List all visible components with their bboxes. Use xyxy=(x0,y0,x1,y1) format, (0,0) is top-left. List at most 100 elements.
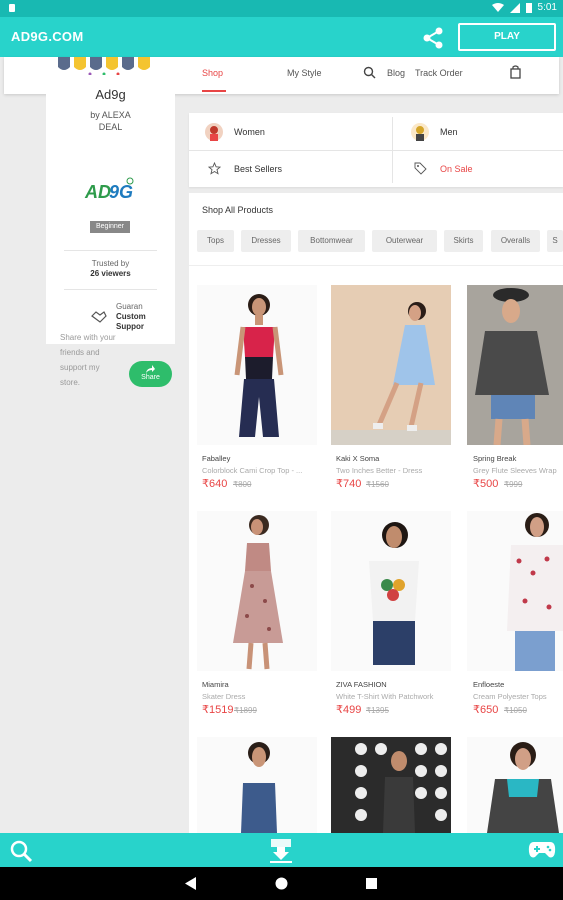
product-price: ₹500 xyxy=(473,478,499,490)
store-name: Ad9g xyxy=(95,87,126,102)
nav-blog[interactable]: Blog xyxy=(387,68,405,78)
back-icon[interactable] xyxy=(185,877,197,890)
notification-icon xyxy=(8,3,16,16)
share-text-line1: Share with your xyxy=(60,333,116,342)
filter-chip[interactable]: Bottomwear xyxy=(298,230,365,252)
product-image xyxy=(331,511,451,671)
product-name: Grey Flute Sleeves Wrap xyxy=(473,466,557,475)
nav-active-underline xyxy=(202,90,226,92)
product-image xyxy=(467,285,563,445)
store-profile-card: Ad9g by ALEXA DEAL AD 9G Beginner Truste… xyxy=(46,57,175,344)
product-brand: Faballey xyxy=(202,454,231,463)
store-owner-line2: DEAL xyxy=(98,122,123,132)
trusted-count: 26 viewers xyxy=(90,269,131,278)
product-name: Two Inches Better - Dress xyxy=(336,466,423,475)
trusted-label: Trusted by xyxy=(91,259,130,268)
system-nav-bar xyxy=(0,867,563,900)
share-text-line4: store. xyxy=(60,378,81,387)
filter-chip[interactable]: Dresses xyxy=(241,230,291,252)
handshake-icon xyxy=(91,311,107,323)
recents-icon[interactable] xyxy=(366,878,377,889)
gamepad-icon[interactable] xyxy=(528,840,556,860)
trusted-info: Trusted by 26 viewers xyxy=(46,259,175,279)
category-women-label: Women xyxy=(234,127,265,137)
filter-chip[interactable]: Tops xyxy=(197,230,234,252)
shop-all-heading: Shop All Products xyxy=(202,205,274,215)
svg-text:AD: AD xyxy=(84,182,111,202)
signal-icon xyxy=(509,2,520,13)
guarantee-line1: Guaran xyxy=(116,302,143,311)
product-mrp: ₹1899 xyxy=(234,706,257,715)
nav-my-style[interactable]: My Style xyxy=(287,68,322,78)
store-owner-line1: by ALEXA xyxy=(90,110,131,120)
home-icon[interactable] xyxy=(275,877,288,890)
share-text: Share with your friends and support my s… xyxy=(60,330,130,390)
product-name: White T-Shirt With Patchwork xyxy=(336,692,434,701)
play-button[interactable]: PLAY xyxy=(458,23,556,51)
product-brand: Enfloeste xyxy=(473,680,505,689)
product-mrp: ₹1560 xyxy=(366,480,389,489)
app-bar: AD9G.COM PLAY xyxy=(0,17,563,57)
star-icon xyxy=(208,162,221,175)
bunting-decoration xyxy=(58,57,150,75)
product-price: ₹640 xyxy=(202,478,228,490)
search-icon[interactable] xyxy=(9,839,33,863)
product-name: Skater Dress xyxy=(202,692,246,701)
share-text-line3: support my xyxy=(60,363,100,372)
search-icon[interactable] xyxy=(363,66,376,79)
bottom-bar xyxy=(0,833,563,867)
divider xyxy=(189,150,563,151)
product-price: ₹650 xyxy=(473,704,499,716)
product-price: ₹1519 xyxy=(202,704,234,716)
status-time: 5:01 xyxy=(537,2,557,13)
product-image xyxy=(331,285,451,445)
product-mrp: ₹999 xyxy=(504,480,523,489)
filter-chip[interactable]: Skirts xyxy=(444,230,483,252)
download-icon[interactable] xyxy=(267,837,295,864)
product-brand: Kaki X Soma xyxy=(336,454,380,463)
product-brand: ZIVA FASHION xyxy=(336,680,387,689)
product-image xyxy=(197,511,317,671)
men-avatar xyxy=(411,123,429,141)
products-section: Shop All Products Tops Dresses Bottomwea… xyxy=(189,193,563,833)
divider xyxy=(64,250,157,251)
divider xyxy=(64,289,157,290)
product-image[interactable] xyxy=(467,737,563,833)
product-brand: Miamira xyxy=(202,680,229,689)
share-icon[interactable] xyxy=(420,25,446,51)
product-image xyxy=(467,511,563,671)
share-arrow-icon xyxy=(146,365,155,373)
guarantee-text: Guaran Custom Suppor xyxy=(116,302,146,332)
share-store-button[interactable]: Share xyxy=(129,361,172,387)
product-image[interactable] xyxy=(197,737,317,833)
filter-chip[interactable]: Outerwear xyxy=(372,230,437,252)
filter-chip[interactable]: Overalls xyxy=(491,230,540,252)
product-image[interactable] xyxy=(331,737,451,833)
category-on-sale-label: On Sale xyxy=(440,164,473,174)
wifi-icon xyxy=(491,2,504,12)
status-bar: 5:01 xyxy=(0,0,563,17)
store-logo: AD 9G xyxy=(84,177,134,202)
share-text-line2: friends and xyxy=(60,348,100,357)
nav-track-order[interactable]: Track Order xyxy=(415,68,463,78)
nav-shop[interactable]: Shop xyxy=(202,68,223,78)
product-brand: Spring Break xyxy=(473,454,517,463)
tag-icon xyxy=(414,162,427,175)
category-card: Women Men Best Sellers On Sale xyxy=(189,113,563,187)
women-avatar xyxy=(205,123,223,141)
divider xyxy=(189,265,563,266)
svg-text:9G: 9G xyxy=(109,182,133,202)
product-price: ₹499 xyxy=(336,704,362,716)
filter-chip[interactable]: S xyxy=(547,230,563,252)
product-name: Colorblock Cami Crop Top - ... xyxy=(202,466,303,475)
product-name: Cream Polyester Tops xyxy=(473,692,547,701)
category-best-sellers-label: Best Sellers xyxy=(234,164,283,174)
product-mrp: ₹800 xyxy=(233,480,252,489)
product-image xyxy=(197,285,317,445)
share-store-label: Share xyxy=(141,374,160,381)
bag-icon[interactable] xyxy=(510,65,521,79)
battery-icon xyxy=(525,3,532,13)
store-owner: by ALEXA DEAL xyxy=(46,109,175,133)
level-badge: Beginner xyxy=(90,221,130,233)
product-mrp: ₹1050 xyxy=(504,706,527,715)
